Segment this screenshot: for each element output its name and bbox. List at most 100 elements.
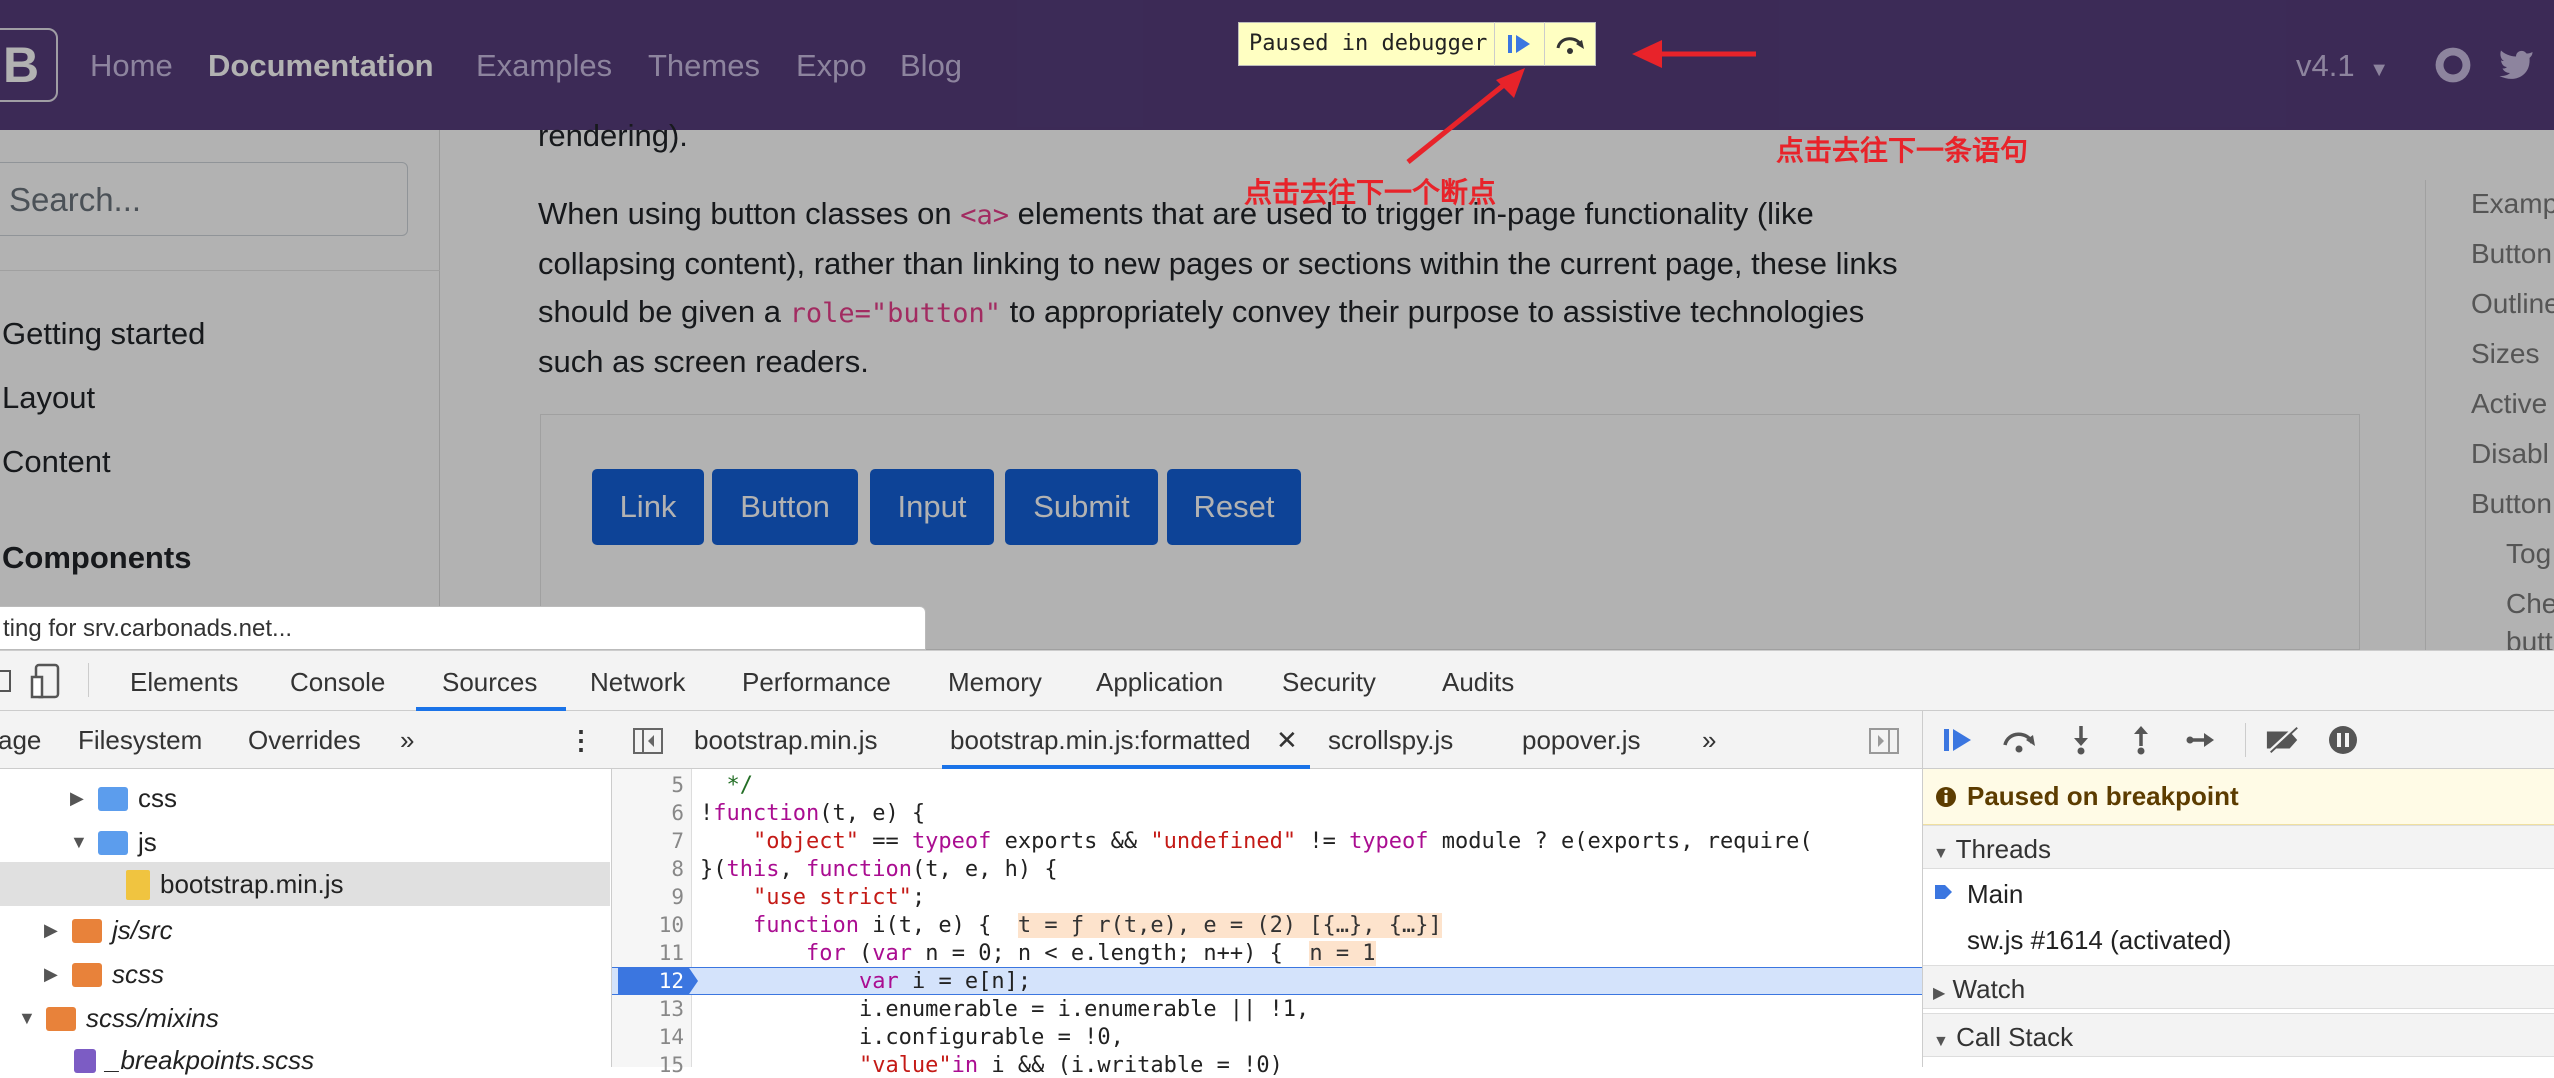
editor-tab-popover[interactable]: popover.js [1522, 725, 1641, 756]
navigator-subtabs: age Filesystem Overrides » ⋮ [0, 711, 612, 769]
toggle-navigator-icon[interactable] [632, 727, 664, 755]
resume-icon [1507, 35, 1530, 53]
kebab-menu-icon[interactable]: ⋮ [568, 725, 594, 756]
step-into-button[interactable] [2063, 723, 2099, 757]
thread-main-label: Main [1967, 879, 2024, 909]
tree-item-js[interactable]: ▼ js [70, 827, 157, 858]
step-out-button[interactable] [2123, 723, 2159, 757]
thread-sw[interactable]: sw.js #1614 (activated) [1923, 917, 2554, 961]
line-number[interactable]: 5 [612, 773, 684, 797]
tree-item-css[interactable]: ▶ css [70, 783, 177, 814]
editor-tab-scrollspy[interactable]: scrollspy.js [1328, 725, 1453, 756]
toc-item[interactable]: Button [2471, 488, 2552, 520]
bootstrap-logo[interactable]: B [0, 28, 58, 102]
toc-item[interactable]: Tog [2506, 538, 2551, 570]
button-button[interactable]: Button [712, 469, 858, 545]
toc-item[interactable]: Active [2471, 388, 2547, 420]
search-input[interactable]: Search... [0, 162, 408, 236]
line-number[interactable]: 12 [612, 969, 684, 993]
sidebar-divider [0, 270, 440, 271]
nav-link-home[interactable]: Home [90, 48, 173, 84]
toc-item[interactable]: Che [2506, 588, 2554, 620]
step-over-icon [2003, 732, 2035, 753]
step-button[interactable] [2183, 723, 2219, 757]
reset-button[interactable]: Reset [1167, 469, 1301, 545]
sidebar-item-layout[interactable]: Layout [2, 380, 95, 416]
tree-item-breakpoints-scss[interactable]: _breakpoints.scss [74, 1045, 314, 1076]
step-over-button[interactable] [1545, 22, 1595, 66]
editor-tab-bootstrap-min[interactable]: bootstrap.min.js [694, 725, 878, 756]
line-number[interactable]: 9 [612, 885, 684, 909]
tab-elements[interactable]: Elements [130, 667, 238, 698]
tab-performance[interactable]: Performance [742, 667, 891, 698]
nav-link-documentation[interactable]: Documentation [208, 48, 434, 84]
resume-script-button[interactable] [1941, 723, 1977, 757]
tree-label: scss [112, 959, 164, 989]
tree-item-bootstrap-min-js[interactable]: bootstrap.min.js [126, 869, 344, 900]
editor-tab-formatted[interactable]: bootstrap.min.js:formatted [950, 725, 1251, 756]
more-tabs-icon[interactable]: » [400, 725, 414, 756]
tree-item-scss-mixins[interactable]: ▼ scss/mixins [18, 1003, 219, 1034]
code-line: for (var n = 0; n < e.length; n++) { n =… [805, 941, 1376, 966]
submit-button[interactable]: Submit [1005, 469, 1158, 545]
threads-section-header[interactable]: ▼ Threads [1923, 825, 2554, 869]
device-toggle-icon[interactable] [30, 663, 64, 699]
toc-item[interactable]: Disabl [2471, 438, 2549, 470]
nav-link-blog[interactable]: Blog [900, 48, 962, 84]
pause-on-exceptions-button[interactable] [2325, 723, 2361, 757]
sidebar-item-components[interactable]: Components [2, 540, 191, 576]
tab-security[interactable]: Security [1282, 667, 1376, 698]
line-number[interactable]: 15 [612, 1053, 684, 1077]
inspect-icon[interactable] [0, 665, 14, 697]
line-number[interactable]: 6 [612, 801, 684, 825]
toc-item[interactable]: Button [2471, 238, 2552, 270]
toggle-debugger-icon[interactable] [1868, 727, 1900, 755]
thread-main[interactable]: Main [1923, 871, 2554, 915]
call-stack-section-header[interactable]: ▼ Call Stack [1923, 1013, 2554, 1057]
toc-item[interactable]: Sizes [2471, 338, 2539, 370]
line-number[interactable]: 13 [612, 997, 684, 1021]
tree-item-scss[interactable]: ▶ scss [44, 959, 164, 990]
tab-network[interactable]: Network [590, 667, 685, 698]
annotation-next-breakpoint: 点击去往下一个断点 [1244, 177, 1497, 208]
sidebar-item-getting-started[interactable]: Getting started [2, 316, 205, 352]
line-number[interactable]: 11 [612, 941, 684, 965]
expand-arrow-icon: ▶ [44, 920, 58, 940]
input-button[interactable]: Input [870, 469, 994, 545]
close-tab-icon[interactable]: ✕ [1276, 725, 1298, 756]
code-line: function i(t, e) { t = ƒ r(t,e), e = (2)… [752, 913, 1442, 938]
nav-link-themes[interactable]: Themes [648, 48, 760, 84]
tab-audits[interactable]: Audits [1442, 667, 1514, 698]
line-number[interactable]: 10 [612, 913, 684, 937]
line-number[interactable]: 14 [612, 1025, 684, 1049]
tab-application[interactable]: Application [1096, 667, 1223, 698]
nav-link-expo[interactable]: Expo [796, 48, 867, 84]
debugger-toolbar [1923, 711, 2554, 769]
js-file-icon [126, 869, 150, 900]
watch-section-header[interactable]: ▶ Watch [1923, 965, 2554, 1009]
version-dropdown[interactable]: v4.1 ▼ [2296, 48, 2389, 84]
expand-arrow-icon: ▶ [44, 964, 58, 984]
subtab-filesystem[interactable]: Filesystem [78, 725, 202, 756]
line-number[interactable]: 7 [612, 829, 684, 853]
tab-console[interactable]: Console [290, 667, 385, 698]
toc-item[interactable]: Outline [2471, 288, 2554, 320]
tree-item-js-src[interactable]: ▶ js/src [44, 915, 173, 946]
step-over-button[interactable] [2001, 723, 2037, 757]
github-icon[interactable] [2434, 46, 2472, 84]
tab-memory[interactable]: Memory [948, 667, 1042, 698]
line-number[interactable]: 8 [612, 857, 684, 881]
more-editor-tabs-icon[interactable]: » [1702, 725, 1716, 756]
toc-item[interactable]: Examp [2471, 188, 2554, 220]
tab-sources[interactable]: Sources [442, 667, 537, 698]
step-icon [2186, 733, 2214, 747]
tree-label: js [138, 827, 157, 857]
link-button[interactable]: Link [592, 469, 704, 545]
sidebar-item-content[interactable]: Content [2, 444, 111, 480]
twitter-icon[interactable] [2498, 48, 2534, 80]
code-line: }(this, function(t, e, h) { [700, 857, 1058, 882]
nav-link-examples[interactable]: Examples [476, 48, 612, 84]
subtab-page[interactable]: age [0, 725, 41, 756]
subtab-overrides[interactable]: Overrides [248, 725, 361, 756]
deactivate-breakpoints-button[interactable] [2265, 723, 2301, 757]
